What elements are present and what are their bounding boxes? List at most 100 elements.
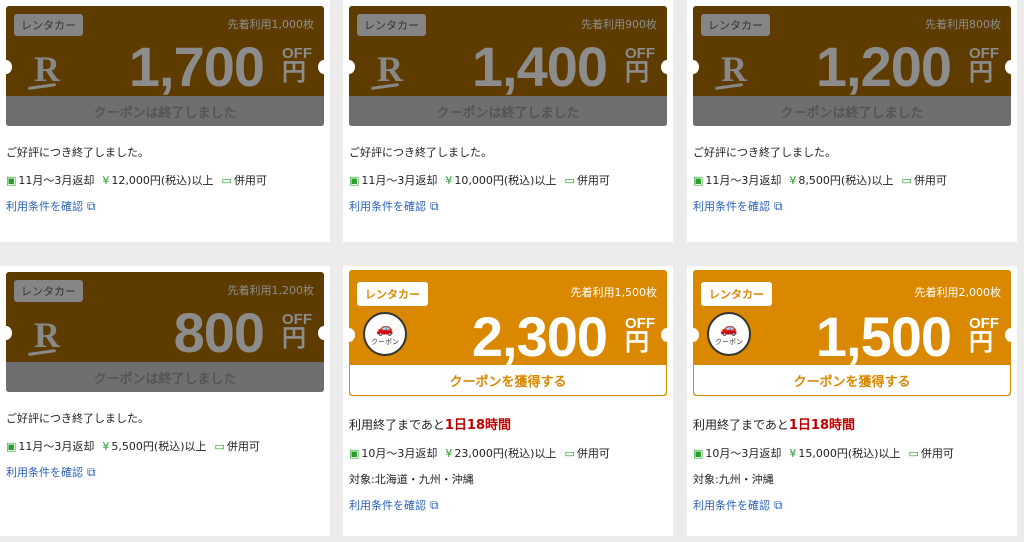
yen-circle-icon: ¥	[789, 446, 797, 460]
status-message: ご好評につき終了しました。	[6, 412, 149, 425]
yen-label: 円	[282, 59, 306, 86]
combinable-label: 併用可	[233, 174, 267, 187]
coupon-ticket: レンタカー 先着利用900枚 R 1,400 OFF 円 クーポンは終了しました	[349, 6, 667, 126]
calendar-icon: ▣	[693, 173, 704, 187]
yen-circle-icon: ¥	[445, 446, 453, 460]
coupon-conditions: ▣ 10月～3月返却 ¥23,000円(税込)以上 ▭ 併用可	[349, 445, 667, 461]
minimum-amount: 10,000円(税込)以上	[454, 174, 557, 187]
ticket-icon: ▭	[564, 446, 575, 460]
return-period: 11月～3月返却	[361, 174, 438, 187]
return-period: 11月～3月返却	[705, 174, 782, 187]
coupon-conditions: ▣ 11月～3月返却 ¥5,500円(税込)以上 ▭ 併用可	[6, 438, 324, 454]
minimum-amount: 5,500円(税込)以上	[111, 440, 207, 453]
minimum-amount: 15,000円(税込)以上	[798, 447, 901, 460]
ticket-icon: ▭	[564, 173, 575, 187]
coupon-card: レンタカー 先着利用900枚 R 1,400 OFF 円 クーポンは終了しました …	[343, 0, 673, 242]
yen-label: 円	[969, 329, 993, 356]
terms-link[interactable]: 利用条件を確認 ⧉	[693, 497, 1011, 513]
rakuten-r-logo: R	[377, 49, 403, 89]
countdown-message: 利用終了まであと1日18時間	[349, 418, 512, 433]
terms-link[interactable]: 利用条件を確認 ⧉	[693, 198, 1011, 214]
ticket-icon: ▭	[901, 173, 912, 187]
yen-label: 円	[969, 59, 993, 86]
ticket-icon: ▭	[214, 439, 225, 453]
coupon-conditions: ▣ 11月～3月返却 ¥8,500円(税込)以上 ▭ 併用可	[693, 172, 1011, 188]
combinable-label: 併用可	[576, 174, 610, 187]
status-message: ご好評につき終了しました。	[693, 146, 836, 159]
discount-amount: 800	[173, 301, 265, 364]
coupon-ticket: レンタカー 先着利用1,000枚 R 1,700 OFF 円 クーポンは終了しまし…	[6, 6, 324, 126]
coupon-card: レンタカー 先着利用800枚 R 1,200 OFF 円 クーポンは終了しました …	[687, 0, 1017, 242]
usage-limit: 先着利用1,200枚	[227, 284, 315, 297]
category-tag: レンタカー	[701, 282, 772, 306]
external-link-icon: ⧉	[87, 198, 96, 213]
external-link-icon: ⧉	[774, 198, 783, 213]
get-coupon-button[interactable]: クーポンを獲得する	[350, 365, 666, 395]
category-tag: レンタカー	[701, 14, 770, 36]
yen-circle-icon: ¥	[789, 173, 797, 187]
rakuten-r-logo: R	[721, 49, 747, 89]
usage-limit: 先着利用900枚	[581, 18, 657, 31]
discount-amount: 1,400	[471, 35, 608, 98]
return-period: 10月～3月返却	[361, 447, 438, 460]
calendar-icon: ▣	[6, 173, 17, 187]
external-link-icon: ⧉	[430, 198, 439, 213]
usage-limit: 先着利用1,500枚	[570, 286, 658, 299]
countdown-message: 利用終了まであと1日18時間	[693, 418, 856, 433]
terms-link[interactable]: 利用条件を確認 ⧉	[6, 464, 324, 480]
discount-amount: 1,200	[815, 35, 952, 98]
yen-label: 円	[625, 59, 649, 86]
external-link-icon: ⧉	[430, 497, 439, 512]
rakuten-r-logo: R	[34, 49, 60, 89]
terms-link[interactable]: 利用条件を確認 ⧉	[349, 198, 667, 214]
external-link-icon: ⧉	[87, 464, 96, 479]
discount-amount: 1,500	[815, 305, 952, 368]
coupon-conditions: ▣ 10月～3月返却 ¥15,000円(税込)以上 ▭ 併用可	[693, 445, 1011, 461]
target-region: 対象:北海道・九州・沖縄	[349, 473, 474, 486]
usage-limit: 先着利用1,000枚	[227, 18, 315, 31]
combinable-label: 併用可	[576, 447, 610, 460]
status-message: ご好評につき終了しました。	[349, 146, 492, 159]
yen-label: 円	[625, 329, 649, 356]
minimum-amount: 8,500円(税込)以上	[798, 174, 894, 187]
return-period: 11月～3月返却	[18, 174, 95, 187]
external-link-icon: ⧉	[774, 497, 783, 512]
terms-link[interactable]: 利用条件を確認 ⧉	[349, 497, 667, 513]
minimum-amount: 12,000円(税込)以上	[111, 174, 214, 187]
coupon-ticket: レンタカー 先着利用1,500枚 🚗 クーポン 2,300 OFF 円 クーポンを獲…	[349, 270, 667, 396]
combinable-label: 併用可	[226, 440, 260, 453]
yen-circle-icon: ¥	[445, 173, 453, 187]
coupon-card: レンタカー 先着利用1,000枚 R 1,700 OFF 円 クーポンは終了しまし…	[0, 0, 330, 242]
category-tag: レンタカー	[14, 14, 83, 36]
target-region: 対象:九州・沖縄	[693, 473, 774, 486]
coupon-conditions: ▣ 11月～3月返却 ¥12,000円(税込)以上 ▭ 併用可	[6, 172, 324, 188]
calendar-icon: ▣	[693, 446, 704, 460]
terms-link[interactable]: 利用条件を確認 ⧉	[6, 198, 324, 214]
coupon-ticket: レンタカー 先着利用1,200枚 R 800 OFF 円 クーポンは終了しました	[6, 272, 324, 392]
remaining-time: 1日18時間	[444, 418, 512, 433]
coupon-ticket: レンタカー 先着利用2,000枚 🚗 クーポン 1,500 OFF 円 クーポンを獲…	[693, 270, 1011, 396]
category-tag: レンタカー	[357, 14, 426, 36]
return-period: 11月～3月返却	[18, 440, 95, 453]
yen-circle-icon: ¥	[102, 439, 110, 453]
coupon-ticket: レンタカー 先着利用800枚 R 1,200 OFF 円 クーポンは終了しました	[693, 6, 1011, 126]
car-badge-icon: 🚗 クーポン	[363, 312, 407, 356]
ticket-icon: ▭	[908, 446, 919, 460]
coupon-conditions: ▣ 11月～3月返却 ¥10,000円(税込)以上 ▭ 併用可	[349, 172, 667, 188]
status-message: ご好評につき終了しました。	[6, 146, 149, 159]
calendar-icon: ▣	[349, 446, 360, 460]
coupon-status: クーポンは終了しました	[349, 96, 667, 126]
combinable-label: 併用可	[920, 447, 954, 460]
category-tag: レンタカー	[357, 282, 428, 306]
usage-limit: 先着利用800枚	[925, 18, 1001, 31]
rakuten-r-logo: R	[34, 315, 60, 355]
coupon-status: クーポンは終了しました	[693, 96, 1011, 126]
get-coupon-button[interactable]: クーポンを獲得する	[694, 365, 1010, 395]
coupon-card: レンタカー 先着利用1,500枚 🚗 クーポン 2,300 OFF 円 クーポンを獲…	[343, 266, 673, 536]
minimum-amount: 23,000円(税込)以上	[454, 447, 557, 460]
yen-label: 円	[282, 325, 306, 352]
coupon-status: クーポンは終了しました	[6, 96, 324, 126]
return-period: 10月～3月返却	[705, 447, 782, 460]
yen-circle-icon: ¥	[102, 173, 110, 187]
calendar-icon: ▣	[6, 439, 17, 453]
